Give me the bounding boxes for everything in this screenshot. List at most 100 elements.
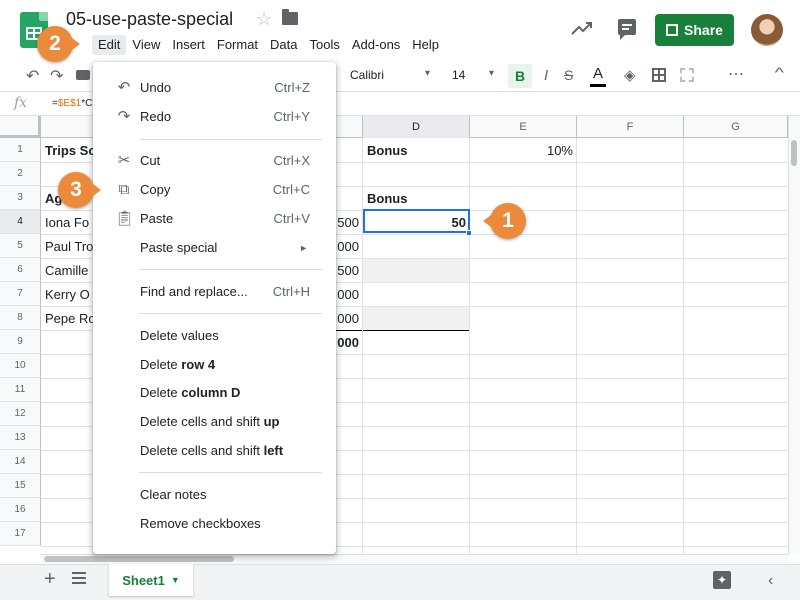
star-icon[interactable]: ☆ bbox=[256, 9, 272, 30]
chevron-up-icon[interactable]: ^ bbox=[775, 64, 784, 80]
menu-item-find-replace[interactable]: Find and replace... Ctrl+H bbox=[93, 278, 336, 306]
row-header[interactable]: 16 bbox=[0, 498, 41, 522]
fill-handle[interactable] bbox=[466, 230, 472, 236]
explore-icon[interactable]: ✦ bbox=[713, 571, 731, 589]
print-icon[interactable] bbox=[76, 70, 90, 80]
callout-step-1: 1 bbox=[483, 203, 526, 239]
row-header[interactable]: 10 bbox=[0, 354, 41, 378]
row-header[interactable]: 4 bbox=[0, 210, 41, 234]
menu-item-delete-shift-left[interactable]: Delete cells and shift left bbox=[93, 437, 336, 465]
callout-pointer bbox=[93, 184, 101, 196]
row-header[interactable]: 17 bbox=[0, 522, 41, 546]
menu-edit[interactable]: Edit bbox=[92, 35, 127, 55]
menu-item-redo[interactable]: ↷ Redo Ctrl+Y bbox=[93, 103, 336, 131]
cell-d3[interactable]: Bonus bbox=[367, 187, 467, 210]
menu-item-label: Redo bbox=[140, 109, 172, 124]
row-header[interactable]: 2 bbox=[0, 162, 41, 186]
menu-item-label: Delete values bbox=[140, 328, 219, 343]
row-header[interactable]: 7 bbox=[0, 282, 41, 306]
cell-a1[interactable]: Trips Sc bbox=[45, 139, 95, 162]
label-prefix: Delete bbox=[140, 385, 182, 400]
font-family-select[interactable]: Calibri bbox=[350, 68, 430, 82]
vertical-scrollbar[interactable] bbox=[788, 116, 800, 554]
row-header[interactable]: 1 bbox=[0, 138, 41, 162]
document-title[interactable]: 05-use-paste-special bbox=[66, 9, 233, 30]
share-button[interactable]: Share bbox=[655, 14, 734, 46]
add-sheet-icon[interactable]: + bbox=[44, 568, 56, 591]
folder-icon[interactable] bbox=[282, 9, 298, 25]
font-size-select[interactable]: 14 bbox=[452, 68, 494, 82]
menu-item-remove-checkboxes[interactable]: Remove checkboxes bbox=[93, 510, 336, 538]
menu-view[interactable]: View bbox=[126, 35, 166, 55]
all-sheets-icon[interactable] bbox=[72, 572, 86, 584]
menu-item-label: Delete column D bbox=[140, 379, 240, 407]
column-header-g[interactable]: G bbox=[684, 116, 788, 138]
row-header[interactable]: 6 bbox=[0, 258, 41, 282]
formula-text[interactable]: =$E$1*C bbox=[52, 98, 92, 109]
menu-item-paste-special[interactable]: Paste special ► bbox=[93, 234, 336, 262]
select-all-corner[interactable] bbox=[0, 116, 41, 138]
row-header[interactable]: 12 bbox=[0, 402, 41, 426]
more-options-icon[interactable]: ⋯ bbox=[728, 64, 744, 84]
menu-data[interactable]: Data bbox=[264, 35, 303, 55]
redo-icon[interactable]: ↷ bbox=[50, 66, 63, 86]
avatar[interactable] bbox=[751, 14, 783, 46]
menu-tools[interactable]: Tools bbox=[304, 35, 346, 55]
menu-help[interactable]: Help bbox=[406, 35, 445, 55]
cell-a6[interactable]: Camille bbox=[45, 259, 95, 282]
shortcut-label: Ctrl+X bbox=[273, 153, 310, 168]
text-color-button[interactable]: A bbox=[590, 64, 606, 87]
menu-item-cut[interactable]: ✂ Cut Ctrl+X bbox=[93, 147, 336, 175]
undo-icon[interactable]: ↶ bbox=[26, 66, 39, 86]
shortcut-label: Ctrl+C bbox=[272, 182, 310, 197]
menu-item-delete-values[interactable]: Delete values bbox=[93, 322, 336, 350]
chevron-left-icon[interactable]: ‹ bbox=[768, 572, 773, 590]
menu-item-label: Paste bbox=[140, 211, 174, 226]
cell-a7[interactable]: Kerry O bbox=[45, 283, 95, 306]
strikethrough-button[interactable]: S bbox=[564, 67, 573, 83]
menu-item-delete-shift-up[interactable]: Delete cells and shift up bbox=[93, 408, 336, 436]
italic-button[interactable]: I bbox=[544, 67, 548, 84]
column-header-f[interactable]: F bbox=[577, 116, 684, 138]
sheet-tab[interactable]: Sheet1 ▼ bbox=[109, 564, 193, 596]
row-header[interactable]: 15 bbox=[0, 474, 41, 498]
merge-cells-icon[interactable] bbox=[680, 68, 694, 82]
menu-item-paste[interactable]: 📋︎ Paste Ctrl+V bbox=[93, 205, 336, 233]
cell-a8[interactable]: Pepe Ro bbox=[45, 307, 95, 330]
comment-icon[interactable] bbox=[618, 19, 636, 40]
cell-d1[interactable]: Bonus bbox=[367, 139, 467, 162]
menu-item-delete-row[interactable]: Delete row 4 bbox=[93, 351, 336, 379]
row-header[interactable]: 14 bbox=[0, 450, 41, 474]
chevron-down-icon[interactable]: ▼ bbox=[171, 575, 180, 585]
row-header[interactable]: 8 bbox=[0, 306, 41, 330]
callout-step-3: 3 bbox=[58, 172, 101, 208]
activity-trend-icon[interactable] bbox=[570, 18, 594, 38]
menu-format[interactable]: Format bbox=[211, 35, 264, 55]
menu-item-copy[interactable]: ⧉ Copy Ctrl+C bbox=[93, 176, 336, 204]
copy-icon: ⧉ bbox=[118, 181, 130, 198]
shortcut-label: Ctrl+Z bbox=[274, 80, 310, 95]
row-header[interactable]: 13 bbox=[0, 426, 41, 450]
cell-a5[interactable]: Paul Tro bbox=[45, 235, 95, 258]
menu-item-clear-notes[interactable]: Clear notes bbox=[93, 481, 336, 509]
fill-color-icon[interactable]: ◈ bbox=[624, 66, 636, 84]
row-header[interactable]: 11 bbox=[0, 378, 41, 402]
row-header[interactable]: 5 bbox=[0, 234, 41, 258]
menu-item-label: Delete cells and shift up bbox=[140, 408, 279, 436]
bold-button[interactable]: B bbox=[508, 64, 532, 88]
row-header[interactable]: 3 bbox=[0, 186, 41, 210]
borders-icon[interactable] bbox=[652, 68, 666, 82]
menu-item-undo[interactable]: ↶ Undo Ctrl+Z bbox=[93, 74, 336, 102]
menu-addons[interactable]: Add-ons bbox=[346, 35, 406, 55]
menu-item-delete-column[interactable]: Delete column D bbox=[93, 379, 336, 407]
menu-insert[interactable]: Insert bbox=[166, 35, 211, 55]
column-header-d[interactable]: D bbox=[363, 116, 470, 138]
callout-number: 2 bbox=[49, 32, 61, 55]
cell-e1[interactable]: 10% bbox=[470, 139, 577, 162]
vertical-scroll-thumb[interactable] bbox=[791, 140, 797, 166]
cell-a4[interactable]: Iona Fo bbox=[45, 211, 95, 234]
horizontal-scroll-thumb[interactable] bbox=[44, 556, 234, 562]
menu-item-label: Delete cells and shift left bbox=[140, 437, 283, 465]
column-header-e[interactable]: E bbox=[470, 116, 577, 138]
row-header[interactable]: 9 bbox=[0, 330, 41, 354]
